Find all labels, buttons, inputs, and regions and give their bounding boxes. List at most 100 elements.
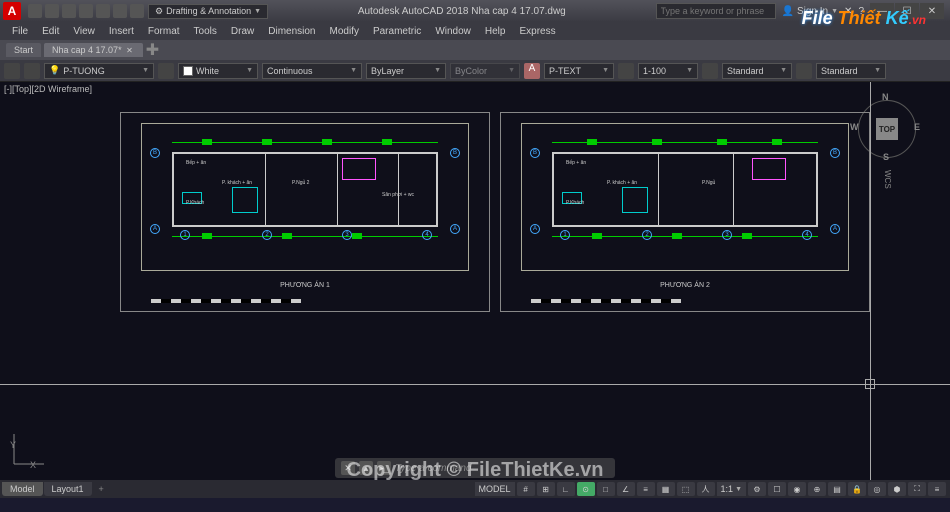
cmd-close-icon[interactable]: ✕	[341, 461, 355, 475]
layer-dropdown[interactable]: 💡 P-TUONG ▼	[44, 63, 154, 79]
dimstyle-icon[interactable]	[702, 63, 718, 79]
menu-modify[interactable]: Modify	[324, 25, 365, 38]
viewport-label[interactable]: [-][Top][2D Wireframe]	[4, 84, 92, 94]
workspace-label: Drafting & Annotation	[166, 6, 251, 16]
status-snap-toggle[interactable]: ⊞	[537, 482, 555, 496]
viewcube-north[interactable]: N	[882, 92, 889, 102]
tab-add-icon[interactable]: ✚	[146, 40, 159, 60]
menu-tools[interactable]: Tools	[188, 25, 223, 38]
qat-redo-icon[interactable]	[130, 4, 144, 18]
text-style-icon[interactable]: A	[524, 63, 540, 79]
menu-express[interactable]: Express	[513, 25, 561, 38]
layout-tab-model[interactable]: Model	[2, 482, 43, 496]
status-cleanscreen-icon[interactable]: ⛶	[908, 482, 926, 496]
layer-props-icon[interactable]	[4, 63, 20, 79]
viewcube-east[interactable]: E	[914, 122, 920, 132]
status-isolate-icon[interactable]: ◎	[868, 482, 886, 496]
status-cycling-toggle[interactable]: ⬚	[677, 482, 695, 496]
ucs-x-label: X	[30, 460, 36, 470]
search-input[interactable]	[656, 3, 776, 19]
status-transparency-toggle[interactable]: ▦	[657, 482, 675, 496]
match-layer-icon[interactable]	[158, 63, 174, 79]
grid-bubble: B	[450, 148, 460, 158]
menu-window[interactable]: Window	[429, 25, 477, 38]
plotstyle-dropdown[interactable]: ByColor ▼	[450, 63, 520, 79]
menu-edit[interactable]: Edit	[36, 25, 65, 38]
menu-file[interactable]: File	[6, 25, 34, 38]
ucs-icon[interactable]: Y X	[10, 428, 50, 470]
drawing-viewport[interactable]: [-][Top][2D Wireframe] TOP N S E W WCS P…	[0, 82, 950, 480]
layout-tab-layout1[interactable]: Layout1	[44, 482, 92, 496]
menu-format[interactable]: Format	[142, 25, 186, 38]
status-customize-icon[interactable]: ≡	[928, 482, 946, 496]
status-otrack-toggle[interactable]: ∠	[617, 482, 635, 496]
tab-current-file[interactable]: Nha cap 4 17.07* ✕	[44, 43, 143, 57]
status-osnap-toggle[interactable]: □	[597, 482, 615, 496]
wcs-label[interactable]: WCS	[883, 170, 892, 189]
qat-open-icon[interactable]	[45, 4, 59, 18]
tab-close-icon[interactable]: ✕	[124, 46, 135, 55]
status-ortho-toggle[interactable]: ∟	[557, 482, 575, 496]
status-anno-monitor-icon[interactable]: ◉	[788, 482, 806, 496]
status-bar: Model Layout1 + MODEL # ⊞ ∟ ⊙ □ ∠ ≡ ▦ ⬚ …	[0, 480, 950, 498]
tab-start[interactable]: Start	[6, 43, 41, 57]
status-grid-toggle[interactable]: #	[517, 482, 535, 496]
table-style-icon[interactable]	[796, 63, 812, 79]
linetype-dropdown[interactable]: Continuous ▼	[262, 63, 362, 79]
drawing-sheet-1[interactable]: P. khách + ăn Bếp + ăn P.Ngủ 2 Sân phơi …	[120, 112, 490, 312]
dimension-tag	[652, 139, 662, 145]
tablestyle-dropdown[interactable]: Standard ▼	[816, 63, 886, 79]
color-dropdown[interactable]: White ▼	[178, 63, 258, 79]
layer-states-icon[interactable]	[24, 63, 40, 79]
dimscale-dropdown[interactable]: 1-100 ▼	[638, 63, 698, 79]
dimension-tag	[202, 233, 212, 239]
status-units-icon[interactable]: ⊕	[808, 482, 826, 496]
lineweight-dropdown[interactable]: ByLayer ▼	[366, 63, 446, 79]
status-model-button[interactable]: MODEL	[475, 482, 515, 496]
menu-draw[interactable]: Draw	[225, 25, 260, 38]
command-line[interactable]: ✕ ▴ ▸_ Type a command	[335, 458, 615, 478]
app-icon[interactable]: A	[3, 2, 21, 20]
status-scale-dropdown[interactable]: 1:1 ▼	[717, 482, 746, 496]
command-input[interactable]: Type a command	[395, 463, 472, 474]
status-hardware-icon[interactable]: ⬢	[888, 482, 906, 496]
qat-saveas-icon[interactable]	[79, 4, 93, 18]
drawing-sheet-2[interactable]: P. khách + ăn Bếp + ăn P.Ngủ P.Khách B A…	[500, 112, 870, 312]
wall	[658, 152, 659, 227]
status-quickprops-icon[interactable]: ▤	[828, 482, 846, 496]
viewcube-south[interactable]: S	[883, 152, 889, 162]
chevron-down-icon: ▼	[874, 67, 881, 74]
status-lock-ui-icon[interactable]: 🔒	[848, 482, 866, 496]
menu-help[interactable]: Help	[479, 25, 512, 38]
grid-bubble: 1	[560, 230, 570, 240]
status-anno-toggle[interactable]: 人	[697, 482, 715, 496]
status-lineweight-toggle[interactable]: ≡	[637, 482, 655, 496]
grid-bubble: 4	[802, 230, 812, 240]
status-gear-icon[interactable]: ⚙	[748, 482, 766, 496]
dim-style-icon[interactable]	[618, 63, 634, 79]
menu-insert[interactable]: Insert	[103, 25, 140, 38]
dimension-tag	[742, 233, 752, 239]
dimstyle-dropdown[interactable]: Standard ▼	[722, 63, 792, 79]
status-workspace-icon[interactable]: ☐	[768, 482, 786, 496]
room-label: P.Ngủ 2	[292, 180, 309, 186]
workspace-dropdown[interactable]: ⚙ Drafting & Annotation ▼	[148, 4, 268, 19]
room-label: Sân phơi + wc	[382, 192, 414, 198]
layout-add-button[interactable]: +	[93, 482, 110, 496]
qat-undo-icon[interactable]	[113, 4, 127, 18]
qat-save-icon[interactable]	[62, 4, 76, 18]
menu-dimension[interactable]: Dimension	[262, 25, 321, 38]
dimension-tag	[587, 139, 597, 145]
viewcube-face[interactable]: TOP	[876, 118, 898, 140]
textstyle-dropdown[interactable]: P-TEXT ▼	[544, 63, 614, 79]
grid-bubble: 2	[262, 230, 272, 240]
menu-parametric[interactable]: Parametric	[367, 25, 427, 38]
qat-plot-icon[interactable]	[96, 4, 110, 18]
status-polar-toggle[interactable]: ⊙	[577, 482, 595, 496]
scale-value: 1:1	[721, 484, 734, 494]
cmd-recent-icon[interactable]: ▴	[359, 461, 373, 475]
menu-view[interactable]: View	[67, 25, 101, 38]
floor-plan-2: P. khách + ăn Bếp + ăn P.Ngủ P.Khách	[552, 152, 818, 227]
qat-new-icon[interactable]	[28, 4, 42, 18]
grid-bubble: B	[530, 148, 540, 158]
